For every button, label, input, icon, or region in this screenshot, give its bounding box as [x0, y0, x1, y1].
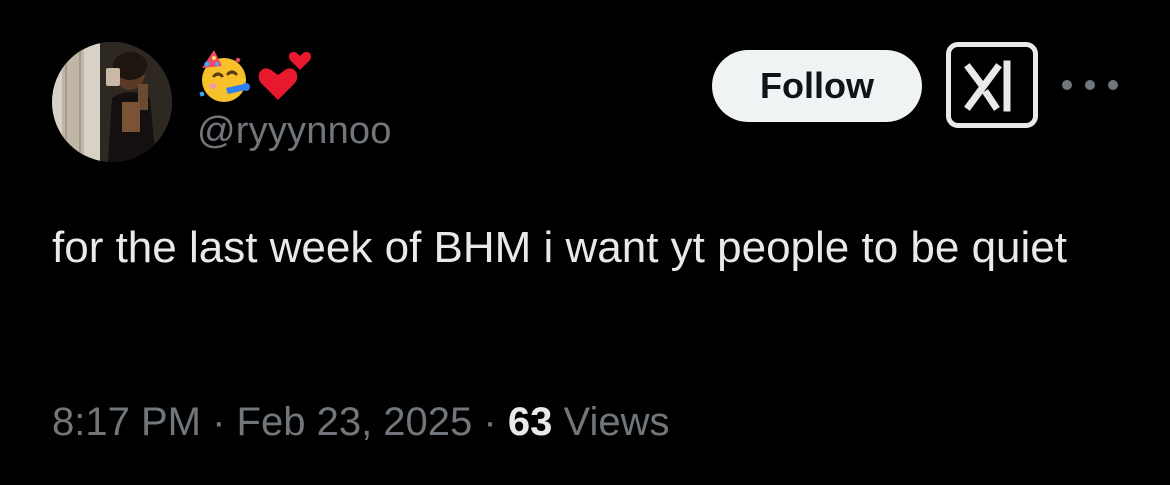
tweet-time[interactable]: 8:17 PM — [52, 400, 201, 444]
dot — [1062, 80, 1072, 90]
partying-face-emoji-icon — [196, 48, 252, 104]
tweet-date[interactable]: Feb 23, 2025 — [237, 400, 473, 444]
tweet-text: for the last week of BHM i want yt peopl… — [52, 223, 1067, 272]
more-options-icon[interactable] — [1062, 70, 1118, 100]
author-handle[interactable]: @ryyynnoo — [197, 110, 392, 153]
tweet-card: @ryyynnoo Follow for the last week of BH… — [0, 0, 1170, 485]
dot — [1108, 80, 1118, 90]
grok-icon — [964, 60, 1011, 112]
views-count: 63 — [507, 400, 553, 444]
separator: · — [483, 400, 497, 444]
follow-button[interactable]: Follow — [712, 50, 922, 122]
grok-button[interactable] — [946, 42, 1038, 128]
avatar-photo — [52, 42, 172, 162]
tweet-meta: 8:17 PM · Feb 23, 2025 · 63 Views — [52, 400, 669, 445]
display-name[interactable] — [196, 42, 312, 104]
avatar[interactable] — [52, 42, 172, 162]
separator: · — [212, 400, 226, 444]
dot — [1085, 80, 1095, 90]
views-label: Views — [563, 400, 670, 444]
two-hearts-emoji-icon — [256, 48, 312, 104]
